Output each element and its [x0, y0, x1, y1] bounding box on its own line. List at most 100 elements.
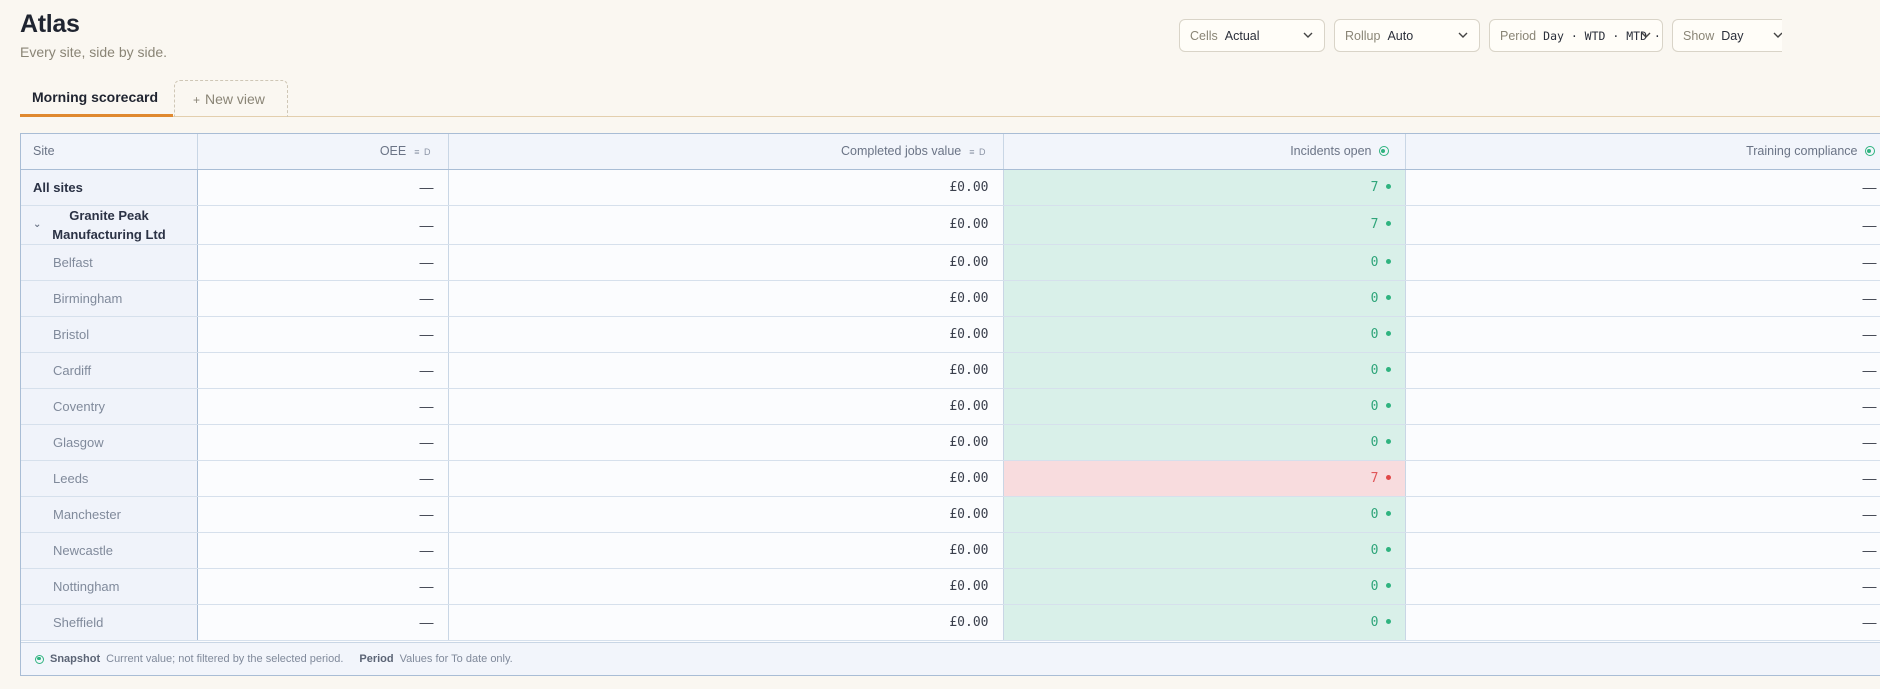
incidents-cell[interactable]: 0 [1003, 424, 1406, 461]
oee-cell-value: — [419, 254, 434, 270]
jobs-value-cell[interactable]: £0.00 [448, 604, 1004, 641]
cells-select[interactable]: Cells Actual [1179, 19, 1325, 52]
tab-morning-scorecard[interactable]: Morning scorecard [20, 80, 173, 117]
incidents-cell[interactable]: 0 [1003, 316, 1406, 353]
jobs-value-cell[interactable]: £0.00 [448, 352, 1004, 389]
training-cell[interactable]: — [1405, 532, 1880, 569]
jobs-value-cell[interactable]: £0.00 [448, 424, 1004, 461]
site-cell[interactable]: Leeds [21, 460, 198, 497]
jobs-value-cell-value: £0.00 [949, 362, 989, 378]
oee-cell[interactable]: — [197, 460, 449, 497]
table-row[interactable]: Bristol — £0.00 0 — [21, 316, 1880, 353]
training-cell[interactable]: — [1405, 568, 1880, 605]
training-cell[interactable]: — [1405, 460, 1880, 497]
incidents-cell-value: 0 [1370, 614, 1379, 630]
jobs-value-cell[interactable]: £0.00 [448, 205, 1004, 245]
incidents-cell[interactable]: 0 [1003, 388, 1406, 425]
column-header-oee[interactable]: OEE ≡ D [197, 134, 449, 170]
incidents-cell[interactable]: 0 [1003, 280, 1406, 317]
oee-cell[interactable]: — [197, 532, 449, 569]
oee-cell[interactable]: — [197, 496, 449, 533]
metric-menu-icon[interactable]: ≡ D [414, 147, 431, 157]
column-header-jobs[interactable]: Completed jobs value ≡ D [448, 134, 1004, 170]
table-row[interactable]: ⌄ Granite Peak Manufacturing Ltd — £0.00 7 — [21, 205, 1880, 245]
training-cell[interactable]: — [1405, 496, 1880, 533]
site-cell[interactable]: Sheffield [21, 604, 198, 641]
table-row[interactable]: Birmingham — £0.00 0 — [21, 280, 1880, 317]
training-cell[interactable]: — [1405, 280, 1880, 317]
oee-cell[interactable]: — [197, 169, 449, 206]
oee-cell[interactable]: — [197, 244, 449, 281]
show-select[interactable]: Show Day [1672, 19, 1782, 52]
jobs-value-cell[interactable]: £0.00 [448, 568, 1004, 605]
column-header-site[interactable]: Site [21, 134, 198, 170]
oee-cell[interactable]: — [197, 280, 449, 317]
training-cell[interactable]: — [1405, 205, 1880, 245]
training-cell[interactable]: — [1405, 424, 1880, 461]
oee-cell[interactable]: — [197, 568, 449, 605]
site-name: Coventry [53, 398, 106, 414]
site-cell[interactable]: Glasgow [21, 424, 198, 461]
column-header-incidents[interactable]: Incidents open [1003, 134, 1406, 170]
incidents-cell[interactable]: 0 [1003, 496, 1406, 533]
site-cell[interactable]: Coventry [21, 388, 198, 425]
oee-cell[interactable]: — [197, 205, 449, 245]
site-cell[interactable]: Belfast [21, 244, 198, 281]
training-cell[interactable]: — [1405, 352, 1880, 389]
training-cell[interactable]: — [1405, 244, 1880, 281]
training-cell[interactable]: — [1405, 316, 1880, 353]
oee-cell[interactable]: — [197, 424, 449, 461]
jobs-value-cell[interactable]: £0.00 [448, 388, 1004, 425]
period-select[interactable]: Period Day · WTD · MTD · QTD [1489, 19, 1663, 52]
site-cell[interactable]: Manchester [21, 496, 198, 533]
incidents-cell[interactable]: 7 [1003, 205, 1406, 245]
site-cell[interactable]: Cardiff [21, 352, 198, 389]
training-cell[interactable]: — [1405, 604, 1880, 641]
site-cell[interactable]: All sites [21, 169, 198, 206]
oee-cell[interactable]: — [197, 316, 449, 353]
site-cell[interactable]: Birmingham [21, 280, 198, 317]
table-row[interactable]: Cardiff — £0.00 0 — [21, 352, 1880, 389]
jobs-value-cell[interactable]: £0.00 [448, 532, 1004, 569]
oee-cell[interactable]: — [197, 352, 449, 389]
incidents-cell[interactable]: 0 [1003, 352, 1406, 389]
table-row[interactable]: All sites — £0.00 7 — [21, 169, 1880, 206]
table-row[interactable]: Coventry — £0.00 0 — [21, 388, 1880, 425]
incidents-cell-value: 0 [1370, 398, 1379, 414]
incidents-cell[interactable]: 7 [1003, 460, 1406, 497]
jobs-value-cell[interactable]: £0.00 [448, 496, 1004, 533]
site-cell[interactable]: Nottingham [21, 568, 198, 605]
oee-cell[interactable]: — [197, 604, 449, 641]
incidents-cell[interactable]: 0 [1003, 532, 1406, 569]
site-cell[interactable]: ⌄ Granite Peak Manufacturing Ltd [21, 205, 198, 245]
column-header-training[interactable]: Training compliance [1405, 134, 1880, 170]
incidents-cell-value: 0 [1370, 254, 1379, 270]
incidents-cell[interactable]: 0 [1003, 604, 1406, 641]
incidents-cell[interactable]: 0 [1003, 244, 1406, 281]
chevron-down-icon[interactable]: ⌄ [33, 219, 41, 230]
site-cell[interactable]: Newcastle [21, 532, 198, 569]
jobs-value-cell[interactable]: £0.00 [448, 460, 1004, 497]
new-view-button[interactable]: + New view [174, 80, 288, 117]
site-cell[interactable]: Bristol [21, 316, 198, 353]
incidents-cell[interactable]: 7 [1003, 169, 1406, 206]
incidents-cell[interactable]: 0 [1003, 568, 1406, 605]
table-row[interactable]: Manchester — £0.00 0 — [21, 496, 1880, 533]
training-cell[interactable]: — [1405, 388, 1880, 425]
table-row[interactable]: Newcastle — £0.00 0 — [21, 532, 1880, 569]
jobs-value-cell[interactable]: £0.00 [448, 169, 1004, 206]
show-select-value: Day [1721, 28, 1744, 43]
period-select-label: Period [1500, 28, 1537, 43]
rollup-select[interactable]: Rollup Auto [1334, 19, 1480, 52]
table-row[interactable]: Glasgow — £0.00 0 — [21, 424, 1880, 461]
metric-menu-icon[interactable]: ≡ D [969, 147, 986, 157]
oee-cell[interactable]: — [197, 388, 449, 425]
table-row[interactable]: Sheffield — £0.00 0 — [21, 604, 1880, 641]
table-row[interactable]: Nottingham — £0.00 0 — [21, 568, 1880, 605]
table-row[interactable]: Leeds — £0.00 7 — [21, 460, 1880, 497]
training-cell[interactable]: — [1405, 169, 1880, 206]
jobs-value-cell[interactable]: £0.00 [448, 316, 1004, 353]
table-row[interactable]: Belfast — £0.00 0 — [21, 244, 1880, 281]
jobs-value-cell[interactable]: £0.00 [448, 280, 1004, 317]
jobs-value-cell[interactable]: £0.00 [448, 244, 1004, 281]
